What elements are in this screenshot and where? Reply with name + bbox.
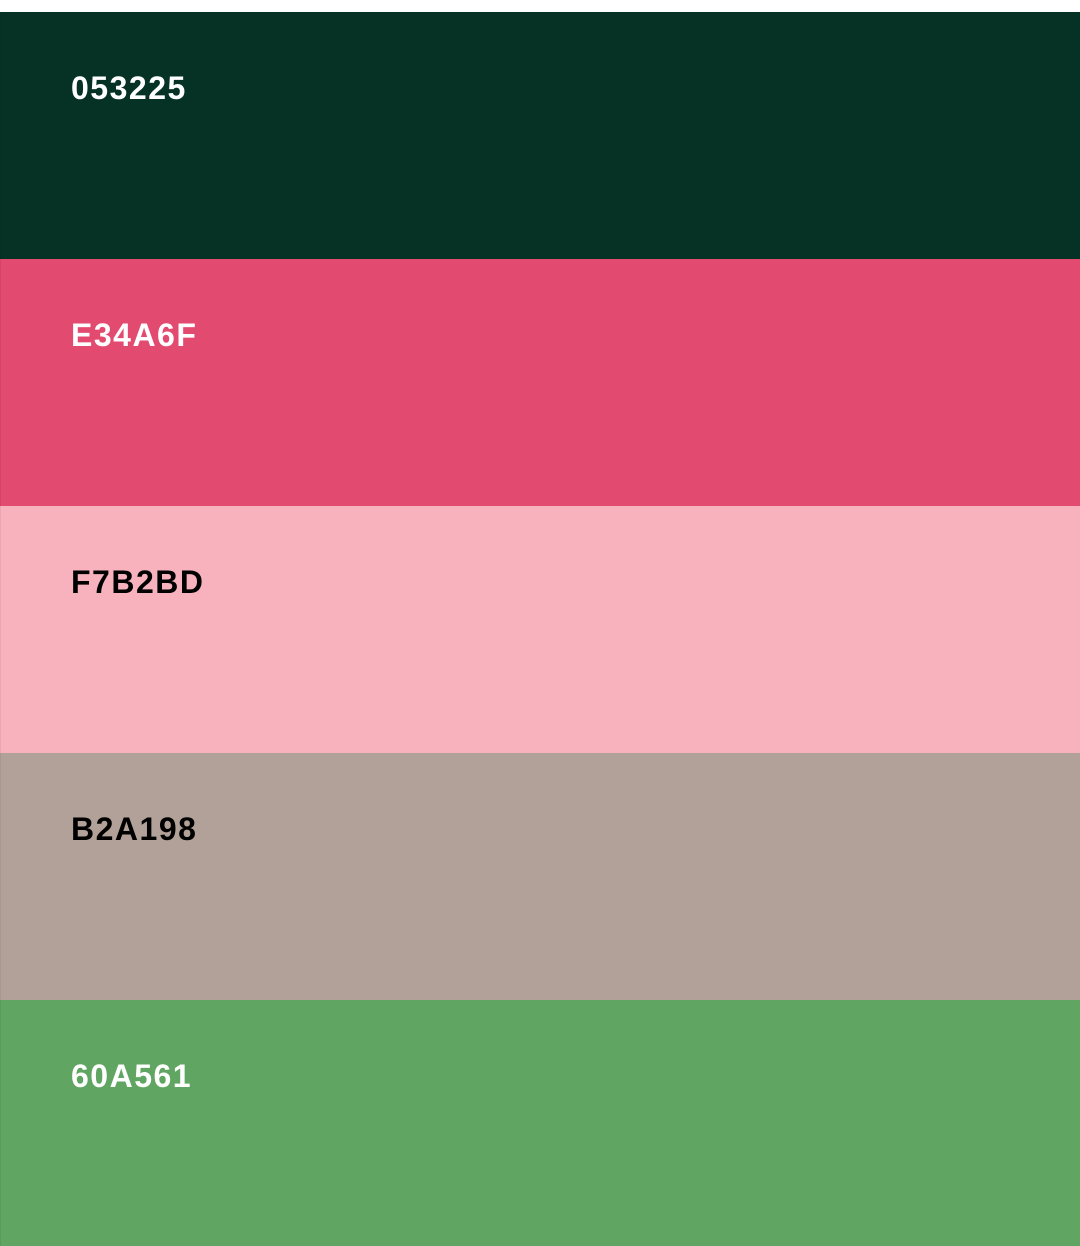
- color-swatch[interactable]: B2A198: [0, 753, 1080, 1000]
- color-palette: 053225 E34A6F F7B2BD B2A198 60A561: [0, 12, 1080, 1246]
- hex-code-label: 60A561: [71, 1058, 193, 1094]
- color-swatch[interactable]: 60A561: [0, 1000, 1080, 1246]
- hex-code-label: B2A198: [71, 811, 198, 847]
- color-swatch[interactable]: F7B2BD: [0, 506, 1080, 753]
- hex-code-label: E34A6F: [71, 317, 198, 353]
- color-swatch[interactable]: E34A6F: [0, 259, 1080, 506]
- color-swatch[interactable]: 053225: [0, 12, 1080, 259]
- hex-code-label: F7B2BD: [71, 564, 205, 600]
- hex-code-label: 053225: [71, 70, 187, 106]
